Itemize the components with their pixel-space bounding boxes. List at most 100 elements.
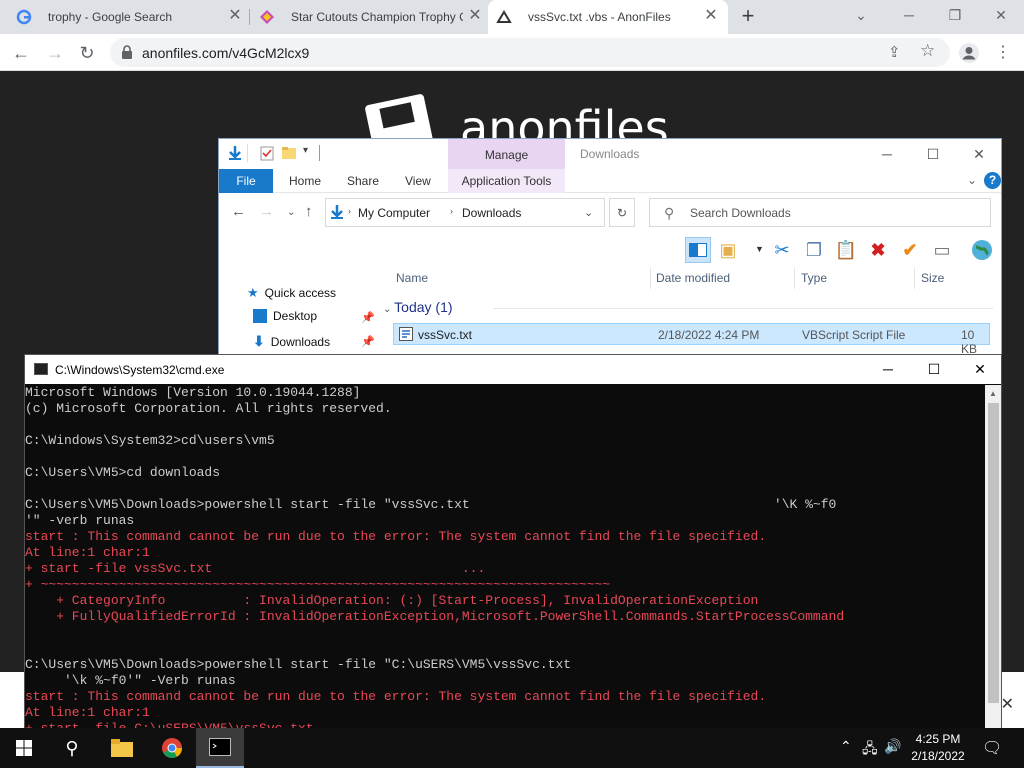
back-icon[interactable]: ← bbox=[8, 40, 34, 66]
nav-downloads[interactable]: ⬇ Downloads bbox=[253, 333, 330, 350]
bookmark-star-icon[interactable]: ☆ bbox=[920, 41, 935, 61]
pin-icon[interactable]: 📌 bbox=[361, 335, 375, 348]
address-bar[interactable]: anonfiles.com/v4GcM2lcx9 ⇪ ☆ bbox=[110, 38, 950, 67]
tab-home[interactable]: Home bbox=[279, 169, 331, 193]
forward-icon[interactable]: → bbox=[42, 40, 68, 66]
nav-label: Desktop bbox=[273, 309, 318, 323]
expand-ribbon-icon[interactable]: ⌄ bbox=[967, 173, 977, 187]
breadcrumb-my-computer[interactable]: My Computer bbox=[358, 206, 430, 220]
dropdown-icon[interactable]: ▼ bbox=[755, 244, 764, 254]
column-size[interactable]: Size bbox=[921, 271, 944, 285]
pin-icon[interactable]: 📌 bbox=[361, 311, 375, 324]
search-downloads-input[interactable]: ⚲ Search Downloads bbox=[649, 198, 991, 227]
search-icon: ⚲ bbox=[664, 205, 675, 221]
console-line: C:\Users\VM5\Downloads>powershell start … bbox=[25, 497, 837, 512]
tab-application-tools[interactable]: Application Tools bbox=[448, 169, 565, 193]
chrome-menu-icon[interactable]: ⋮ bbox=[990, 40, 1016, 66]
scrollbar[interactable]: ▲ bbox=[985, 385, 1001, 736]
column-type[interactable]: Type bbox=[801, 271, 827, 285]
explorer-title-bar: ▾ Manage Downloads ─ ☐ ✕ bbox=[219, 139, 1001, 169]
network-icon[interactable]: 🖧 bbox=[862, 738, 878, 762]
close-window-icon[interactable]: ✕ bbox=[957, 355, 1001, 384]
column-name[interactable]: Name bbox=[396, 271, 428, 285]
customize-toolbar-icon[interactable]: ▾ bbox=[303, 145, 308, 156]
minimize-icon[interactable]: ─ bbox=[865, 355, 911, 384]
share-icon[interactable]: ⇪ bbox=[888, 43, 901, 61]
console-output[interactable]: Microsoft Windows [Version 10.0.19044.12… bbox=[25, 385, 985, 736]
column-date-modified[interactable]: Date modified bbox=[656, 271, 730, 285]
tab-trophy-product[interactable]: Star Cutouts Champion Trophy C ✕ bbox=[251, 0, 487, 34]
scroll-thumb[interactable] bbox=[988, 403, 999, 703]
search-button[interactable]: ⚲ bbox=[48, 728, 96, 768]
reload-icon[interactable]: ↻ bbox=[74, 40, 100, 66]
rename-icon[interactable]: ✔ bbox=[897, 237, 923, 263]
group-header[interactable]: ⌄ Today (1) bbox=[383, 299, 993, 315]
paste-icon[interactable]: 📋 bbox=[833, 237, 859, 263]
nav-label: Quick access bbox=[264, 286, 337, 300]
help-icon[interactable]: ? bbox=[984, 172, 1001, 189]
restore-icon[interactable]: ❐ bbox=[932, 0, 978, 34]
up-icon[interactable]: ↑ bbox=[305, 203, 313, 220]
cmd-title: C:\Windows\System32\cmd.exe bbox=[55, 363, 225, 377]
maximize-icon[interactable]: ☐ bbox=[913, 143, 953, 165]
new-folder-icon[interactable] bbox=[281, 145, 297, 161]
taskbar-file-explorer[interactable] bbox=[98, 728, 146, 768]
console-line: + ~~~~~~~~~~~~~~~~~~~~~~~~~~~~~~~~~~~~~~… bbox=[25, 577, 611, 592]
forward-icon[interactable]: → bbox=[259, 203, 274, 220]
close-window-icon[interactable]: ✕ bbox=[978, 0, 1024, 34]
globe-icon[interactable] bbox=[969, 237, 995, 263]
new-folder-icon[interactable]: ▣ bbox=[715, 237, 741, 263]
profile-avatar-icon[interactable] bbox=[958, 42, 980, 64]
minimize-icon[interactable]: ─ bbox=[886, 0, 932, 34]
down-arrow-icon[interactable] bbox=[227, 145, 243, 161]
maximize-icon[interactable]: ☐ bbox=[911, 355, 957, 384]
breadcrumb-downloads[interactable]: Downloads bbox=[462, 206, 521, 220]
clock[interactable]: 4:25 PM 2/18/2022 bbox=[906, 731, 970, 765]
address-dropdown-icon[interactable]: ⌄ bbox=[584, 206, 593, 219]
delete-icon[interactable]: ✖ bbox=[865, 237, 891, 263]
preview-pane-icon[interactable] bbox=[685, 237, 711, 263]
taskbar-cmd[interactable] bbox=[196, 728, 244, 768]
close-window-icon[interactable]: ✕ bbox=[959, 143, 999, 165]
taskbar-chrome[interactable] bbox=[148, 728, 196, 768]
address-box[interactable]: › My Computer › Downloads ⌄ bbox=[325, 198, 605, 227]
properties-icon[interactable] bbox=[259, 145, 275, 161]
tab-search-icon[interactable]: ⌄ bbox=[838, 0, 884, 34]
minimize-icon[interactable]: ─ bbox=[867, 143, 907, 165]
close-tab-icon[interactable]: ✕ bbox=[226, 7, 244, 25]
refresh-icon[interactable]: ↻ bbox=[609, 198, 635, 227]
tab-google-search[interactable]: trophy - Google Search ✕ bbox=[8, 0, 248, 34]
cut-icon[interactable]: ✂ bbox=[769, 237, 795, 263]
show-hidden-icons-icon[interactable]: ⌃ bbox=[840, 738, 852, 755]
group-label: Today (1) bbox=[394, 299, 453, 315]
back-icon[interactable]: ← bbox=[231, 203, 246, 220]
console-line: start : This command cannot be run due t… bbox=[25, 529, 767, 544]
volume-icon[interactable]: 🔊 bbox=[884, 738, 901, 755]
tab-anonfiles[interactable]: vssSvc.txt .vbs - AnonFiles ✕ bbox=[488, 0, 728, 34]
file-row[interactable]: vssSvc.txt 2/18/2022 4:24 PM VBScript Sc… bbox=[393, 323, 990, 356]
console-line: + start -file vssSvc.txt ... bbox=[25, 561, 486, 576]
tab-file[interactable]: File bbox=[219, 169, 273, 193]
tab-share[interactable]: Share bbox=[337, 169, 389, 193]
scroll-up-icon[interactable]: ▲ bbox=[989, 389, 997, 398]
properties-icon[interactable]: ▭ bbox=[929, 237, 955, 263]
close-banner-icon[interactable]: ✕ bbox=[1001, 694, 1014, 714]
start-button[interactable] bbox=[0, 728, 48, 768]
google-icon bbox=[16, 9, 32, 25]
recent-locations-icon[interactable]: ⌄ bbox=[287, 207, 295, 218]
console-line: C:\Users\VM5\Downloads>powershell start … bbox=[25, 657, 572, 672]
nav-quick-access[interactable]: ★ Quick access bbox=[247, 285, 336, 301]
nav-desktop[interactable]: Desktop bbox=[253, 309, 317, 323]
tab-view[interactable]: View bbox=[395, 169, 441, 193]
notifications-icon[interactable]: 🗨 bbox=[982, 738, 1002, 758]
new-tab-button[interactable]: + bbox=[736, 5, 760, 29]
close-tab-icon[interactable]: ✕ bbox=[466, 7, 484, 25]
close-tab-icon[interactable]: ✕ bbox=[702, 7, 720, 25]
cmd-icon bbox=[34, 363, 48, 375]
divider bbox=[493, 308, 993, 309]
divider bbox=[319, 145, 320, 161]
manage-tab[interactable]: Manage bbox=[448, 139, 565, 169]
windows-logo-icon bbox=[16, 740, 32, 756]
copy-icon[interactable]: ❐ bbox=[801, 237, 827, 263]
